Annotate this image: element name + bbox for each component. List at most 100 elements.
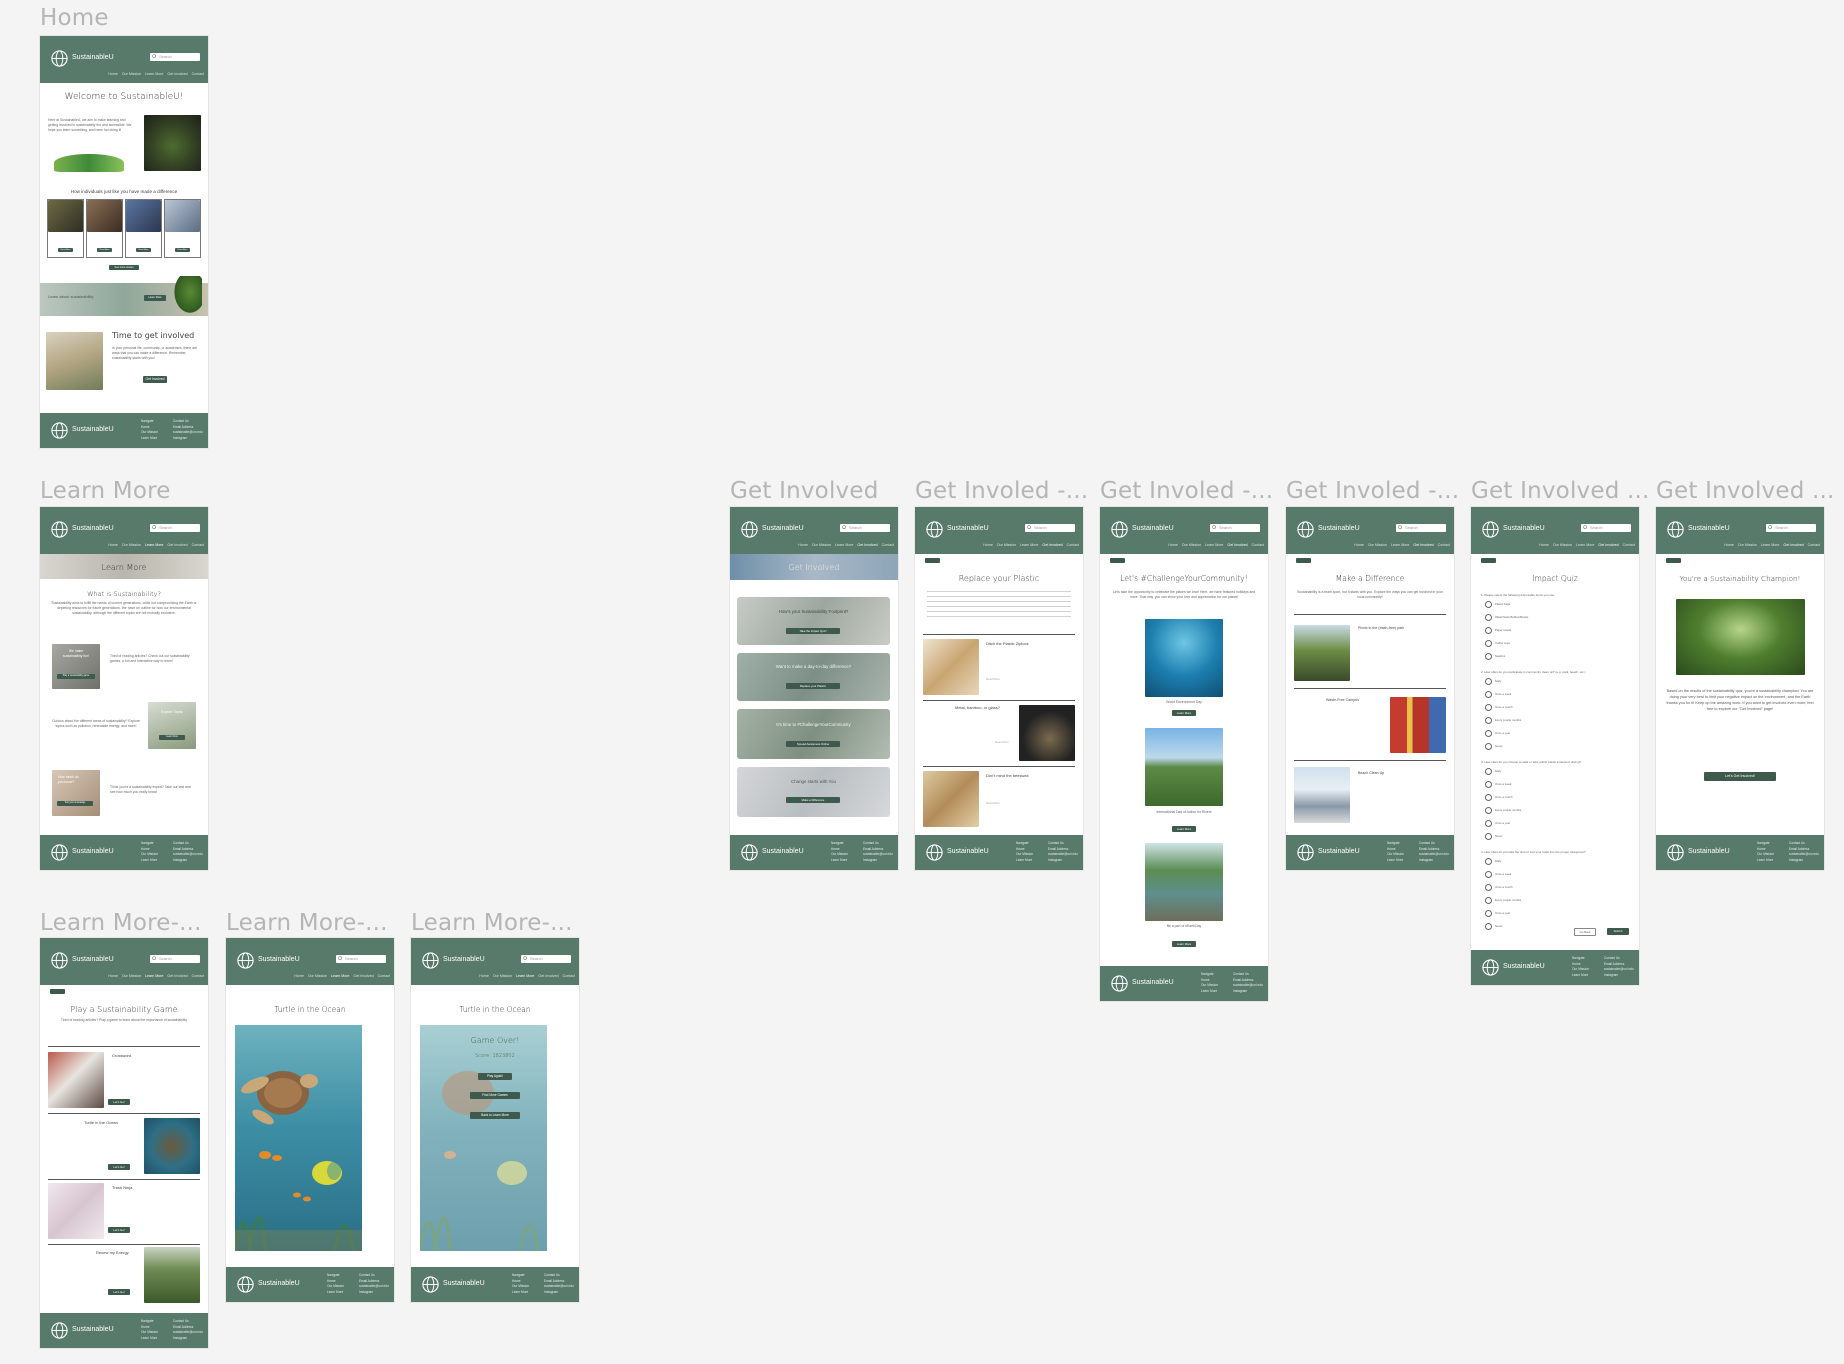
nav-home[interactable]: Home: [983, 543, 993, 547]
quiz-radio[interactable]: [1485, 781, 1492, 788]
back-button[interactable]: [1666, 558, 1681, 563]
nav-home[interactable]: Home: [1354, 543, 1364, 547]
nav-involved[interactable]: Get Involved: [167, 974, 187, 978]
nav-learn[interactable]: Learn More: [145, 72, 163, 76]
quiz-radio[interactable]: [1485, 884, 1492, 891]
nav-learn[interactable]: Learn More: [145, 543, 163, 547]
nav-home[interactable]: Home: [1724, 543, 1734, 547]
nav-involved[interactable]: Get Involved: [857, 543, 877, 547]
get-involved-button[interactable]: Get Involved: [143, 376, 167, 383]
see-more-stories-button[interactable]: See more stories: [109, 265, 139, 270]
nav-contact[interactable]: Contact: [563, 974, 575, 978]
brand-name[interactable]: SustainableU: [1688, 525, 1730, 532]
nav-involved[interactable]: Get Involved: [1042, 543, 1062, 547]
nav-involved[interactable]: Get Involved: [1227, 543, 1247, 547]
nav-involved[interactable]: Get Involved: [167, 543, 187, 547]
story-read-more-button[interactable]: Read More: [136, 248, 151, 252]
nav-involved[interactable]: Get Involved: [167, 72, 187, 76]
nav-mission[interactable]: Our Mission: [493, 974, 512, 978]
quiz-radio[interactable]: [1485, 768, 1492, 775]
nav-involved[interactable]: Get Involved: [1783, 543, 1803, 547]
nav-mission[interactable]: Our Mission: [122, 543, 141, 547]
back-to-learn-button[interactable]: Back to Learn More: [470, 1112, 520, 1119]
quiz-radio[interactable]: [1485, 627, 1492, 634]
game-canvas[interactable]: [235, 1025, 362, 1251]
nav-learn[interactable]: Learn More: [1391, 543, 1409, 547]
replace-plastic-button[interactable]: Replace your Plastic!: [786, 683, 840, 689]
spread-awareness-button[interactable]: Spread Awareness Online: [786, 741, 840, 747]
search-input[interactable]: Search: [336, 955, 386, 963]
search-input[interactable]: Search: [521, 955, 571, 963]
find-more-games-button[interactable]: Find More Games: [470, 1092, 520, 1099]
quiz-radio[interactable]: [1485, 871, 1492, 878]
play-game-button[interactable]: Play a sustainability game: [57, 674, 95, 679]
brand-name[interactable]: SustainableU: [1318, 525, 1360, 532]
quiz-radio[interactable]: [1485, 691, 1492, 698]
nav-contact[interactable]: Contact: [378, 974, 390, 978]
nav-home[interactable]: Home: [108, 72, 118, 76]
brand-name[interactable]: SustainableU: [1503, 525, 1545, 532]
quiz-radio[interactable]: [1485, 704, 1492, 711]
nav-contact[interactable]: Contact: [1438, 543, 1450, 547]
search-input[interactable]: Search: [1766, 524, 1816, 532]
brand-name[interactable]: SustainableU: [1132, 525, 1174, 532]
quiz-radio[interactable]: [1485, 858, 1492, 865]
nav-home[interactable]: Home: [294, 974, 304, 978]
nav-contact[interactable]: Contact: [1623, 543, 1635, 547]
play-trash-ninja-button[interactable]: Let's Go!: [108, 1227, 130, 1233]
nav-mission[interactable]: Our Mission: [122, 72, 141, 76]
back-button[interactable]: [1481, 558, 1496, 563]
nav-contact[interactable]: Contact: [192, 72, 204, 76]
back-button[interactable]: [1296, 558, 1311, 563]
nav-involved[interactable]: Get Involved: [353, 974, 373, 978]
back-button[interactable]: [925, 558, 940, 563]
brand-name[interactable]: SustainableU: [72, 525, 114, 532]
nav-involved[interactable]: Get Involved: [538, 974, 558, 978]
nav-contact[interactable]: Contact: [882, 543, 894, 547]
search-input[interactable]: Search: [1025, 524, 1075, 532]
banner-learn-more-button[interactable]: Learn More: [144, 295, 166, 301]
submit-button[interactable]: Submit: [1607, 928, 1629, 935]
go-back-button[interactable]: Go Back: [1574, 928, 1596, 936]
nav-mission[interactable]: Our Mission: [122, 974, 141, 978]
quiz-radio[interactable]: [1485, 897, 1492, 904]
play-again-button[interactable]: Play Again!: [478, 1073, 512, 1080]
story-read-more-button[interactable]: Read More: [58, 248, 73, 252]
search-input[interactable]: Search: [150, 53, 200, 61]
search-input[interactable]: Search: [150, 524, 200, 532]
brand-name[interactable]: SustainableU: [72, 956, 114, 963]
learn-more-button[interactable]: Learn More: [1172, 826, 1196, 832]
brand-name[interactable]: SustainableU: [72, 54, 114, 61]
quiz-radio[interactable]: [1485, 743, 1492, 750]
nav-home[interactable]: Home: [108, 974, 118, 978]
nav-learn[interactable]: Learn More: [516, 974, 534, 978]
lets-get-involved-button[interactable]: Let's Get Involved!: [1704, 772, 1776, 781]
brand-name[interactable]: SustainableU: [947, 525, 989, 532]
make-difference-button[interactable]: Make a Difference: [786, 797, 840, 803]
quiz-radio[interactable]: [1485, 807, 1492, 814]
quiz-radio[interactable]: [1485, 601, 1492, 608]
nav-mission[interactable]: Our Mission: [1182, 543, 1201, 547]
nav-home[interactable]: Home: [1539, 543, 1549, 547]
nav-contact[interactable]: Contact: [192, 974, 204, 978]
brand-name[interactable]: SustainableU: [258, 956, 300, 963]
quiz-radio[interactable]: [1485, 820, 1492, 827]
play-crossword-button[interactable]: Let's Go!: [108, 1099, 130, 1105]
nav-mission[interactable]: Our Mission: [1368, 543, 1387, 547]
quiz-radio[interactable]: [1485, 730, 1492, 737]
nav-learn[interactable]: Learn More: [1761, 543, 1779, 547]
search-input[interactable]: Search: [1581, 524, 1631, 532]
impact-quiz-button[interactable]: Take the Impact Quiz!: [786, 628, 840, 634]
nav-home[interactable]: Home: [479, 974, 489, 978]
nav-learn[interactable]: Learn More: [1576, 543, 1594, 547]
search-input[interactable]: Search: [840, 524, 890, 532]
nav-home[interactable]: Home: [798, 543, 808, 547]
quiz-radio[interactable]: [1485, 653, 1492, 660]
quiz-radio[interactable]: [1485, 923, 1492, 930]
back-button[interactable]: [1110, 558, 1125, 563]
learn-more-button[interactable]: Learn More: [1172, 710, 1196, 716]
nav-mission[interactable]: Our Mission: [1738, 543, 1757, 547]
quiz-radio[interactable]: [1485, 833, 1492, 840]
search-input[interactable]: Search: [1210, 524, 1260, 532]
read-more-link[interactable]: Read More: [995, 740, 1009, 745]
